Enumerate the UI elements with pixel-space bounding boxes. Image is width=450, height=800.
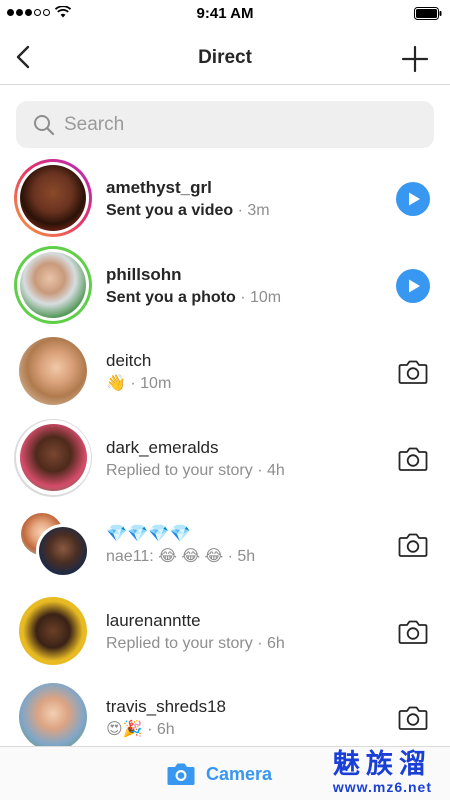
thread-username: travis_shreds18 bbox=[106, 697, 227, 716]
camera-icon[interactable] bbox=[396, 615, 430, 649]
avatar[interactable] bbox=[14, 418, 92, 497]
camera-icon[interactable] bbox=[396, 355, 430, 389]
thread-preview: 👋 bbox=[106, 375, 126, 392]
thread-time: · 10m bbox=[240, 288, 282, 306]
thread-preview: Sent you a video bbox=[106, 202, 234, 219]
search-bar[interactable] bbox=[16, 101, 434, 148]
plus-icon[interactable] bbox=[400, 44, 430, 74]
thread-preview: nae11: 😂 😂 😂 bbox=[106, 548, 224, 565]
thread-username: laurenanntte bbox=[106, 610, 201, 630]
avatar[interactable] bbox=[14, 592, 92, 670]
avatar[interactable] bbox=[14, 332, 92, 410]
avatar[interactable] bbox=[14, 245, 92, 324]
play-icon[interactable] bbox=[396, 268, 430, 303]
status-bar: 9:41 AM bbox=[0, 0, 450, 28]
status-time: 9:41 AM bbox=[196, 5, 254, 22]
play-icon[interactable] bbox=[396, 182, 430, 216]
watermark-logo: 魅族溜 bbox=[332, 749, 432, 780]
search-input[interactable] bbox=[64, 113, 404, 136]
thread-row[interactable]: laurenanntte Replied to your story · 6h bbox=[0, 588, 450, 675]
search-icon bbox=[34, 114, 55, 135]
watermark-url: www.mz6.net bbox=[332, 779, 432, 795]
thread-username: amethyst_grl bbox=[106, 178, 212, 197]
thread-username: dark_emeralds bbox=[106, 437, 219, 457]
thread-row[interactable]: phillsohn Sent you a photo · 10m bbox=[0, 242, 450, 329]
page-title: Direct bbox=[198, 47, 252, 68]
thread-preview: Sent you a photo bbox=[106, 288, 236, 306]
thread-username: phillsohn bbox=[106, 264, 182, 284]
thread-preview: Replied to your story bbox=[106, 634, 253, 652]
chevron-left-icon[interactable] bbox=[10, 42, 36, 72]
thread-row[interactable]: deitch 👋 · 10m bbox=[0, 328, 450, 415]
thread-time: · 6h bbox=[147, 721, 175, 738]
thread-row[interactable]: 💎💎💎💎 nae11: 😂 😂 😂 · 5h bbox=[0, 501, 450, 588]
thread-preview: Replied to your story bbox=[106, 461, 253, 479]
nav-bar: Direct bbox=[0, 28, 450, 85]
thread-time: · 5h bbox=[227, 548, 256, 565]
thread-time: · 6h bbox=[257, 634, 285, 652]
avatar[interactable] bbox=[14, 678, 92, 756]
camera-icon[interactable] bbox=[396, 701, 430, 735]
thread-time: · 10m bbox=[130, 375, 172, 392]
battery-icon bbox=[414, 7, 442, 20]
bottom-bar: Camera 魅族溜 www.mz6.net bbox=[0, 746, 450, 800]
watermark: 魅族溜 www.mz6.net bbox=[333, 750, 432, 795]
thread-row[interactable]: dark_emeralds Replied to your story · 4h bbox=[0, 415, 450, 502]
thread-username: deitch bbox=[106, 351, 152, 370]
thread-preview: 😍🎉 bbox=[106, 721, 143, 738]
camera-icon[interactable] bbox=[396, 528, 430, 562]
camera-icon bbox=[167, 763, 195, 785]
group-avatar[interactable] bbox=[14, 505, 92, 583]
thread-row[interactable]: amethyst_grl Sent you a video · 3m bbox=[0, 155, 450, 242]
thread-username: 💎💎💎💎 bbox=[106, 524, 191, 543]
thread-list: amethyst_grl Sent you a video · 3m phill… bbox=[0, 155, 450, 761]
thread-time: · 4h bbox=[257, 461, 285, 479]
avatar[interactable] bbox=[14, 159, 92, 237]
camera-label: Camera bbox=[206, 763, 273, 784]
thread-time: · 3m bbox=[237, 202, 270, 219]
camera-icon[interactable] bbox=[396, 442, 430, 476]
camera-button[interactable]: Camera bbox=[166, 761, 272, 787]
